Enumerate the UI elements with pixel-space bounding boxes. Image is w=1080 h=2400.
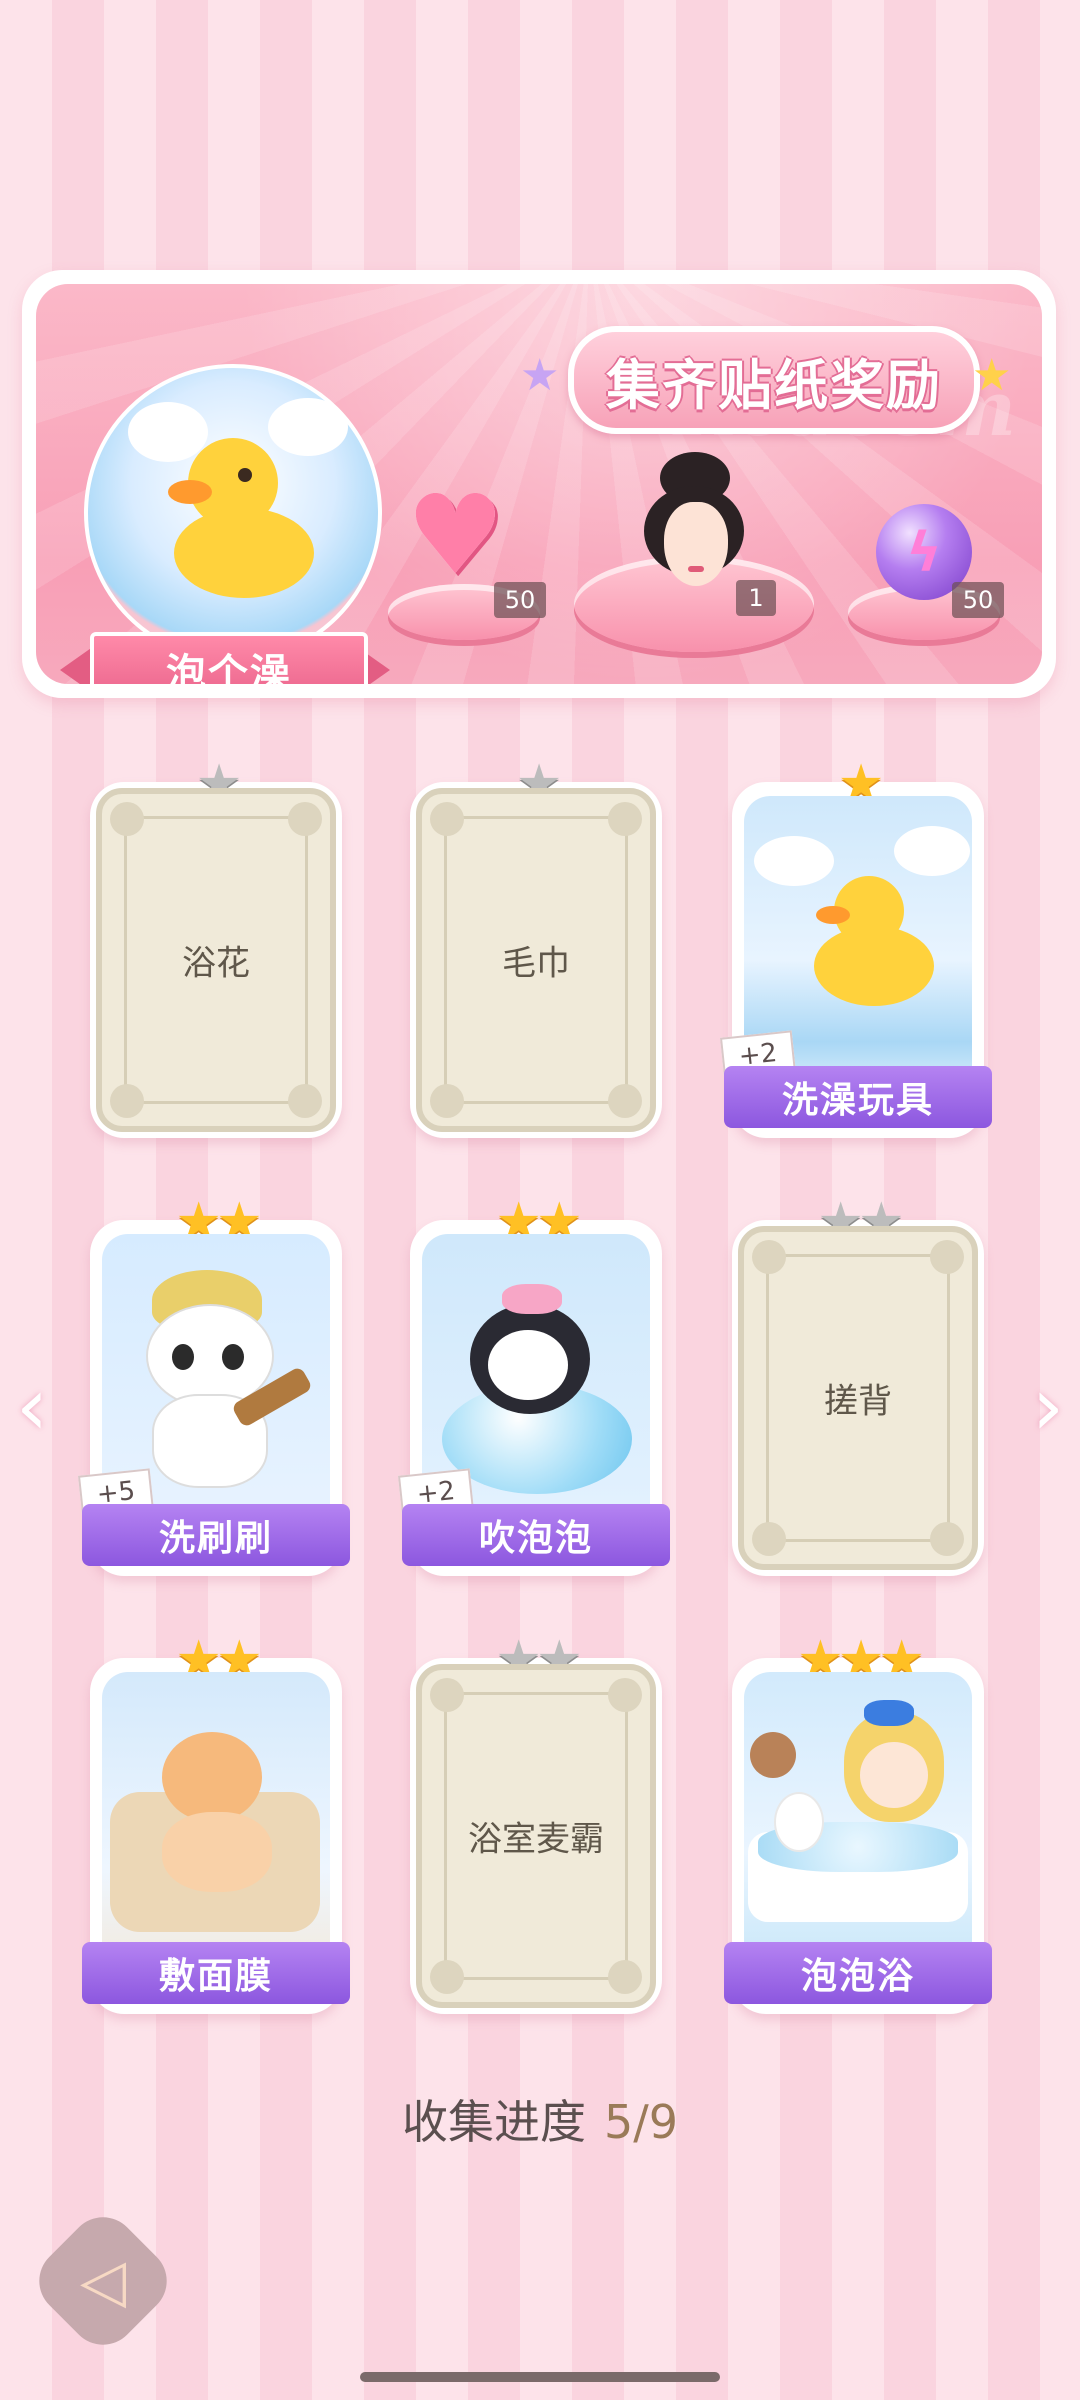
sticker-card-locked[interactable]: ★★ 浴室麦霸 xyxy=(410,1634,662,2014)
sticker-placeholder: 浴花 xyxy=(96,788,336,1132)
sticker-name: 洗澡玩具 xyxy=(724,1066,992,1128)
sticker-name: 搓背 xyxy=(824,1381,892,1422)
duck-eye xyxy=(238,468,252,482)
back-button[interactable]: ◁ xyxy=(25,2203,181,2359)
frame-corner xyxy=(430,802,464,836)
duck-body xyxy=(174,508,314,598)
frame-corner xyxy=(608,802,642,836)
theme-ribbon: 泡个澡 xyxy=(60,632,390,684)
frame-corner xyxy=(930,1240,964,1274)
duck-body xyxy=(814,926,934,1006)
home-indicator[interactable] xyxy=(360,2372,720,2382)
panda-eye xyxy=(172,1344,194,1370)
cloud-decoration xyxy=(128,402,208,462)
sticker-card-collected[interactable]: ★★ +5 洗刷刷 xyxy=(78,1196,350,1576)
blue-bow-icon xyxy=(864,1700,914,1726)
chevron-left-icon[interactable]: ‹ xyxy=(16,1360,48,1453)
portrait-face xyxy=(664,502,728,586)
sticker-card-collected[interactable]: ★★ 敷面膜 xyxy=(82,1634,350,2014)
portrait-lips xyxy=(688,566,704,572)
purple-star-icon: ★ xyxy=(520,350,560,401)
cloud-decoration xyxy=(268,398,348,456)
frame-corner xyxy=(288,1084,322,1118)
sticker-name: 毛巾 xyxy=(502,943,570,984)
frame-corner xyxy=(752,1522,786,1556)
frame-corner xyxy=(930,1522,964,1556)
character-portrait[interactable] xyxy=(640,452,750,602)
frame-corner xyxy=(608,1084,642,1118)
sticker-name: 洗刷刷 xyxy=(82,1504,350,1566)
theme-label: 泡个澡 xyxy=(90,632,368,684)
progress-label: 收集进度 xyxy=(401,2095,586,2149)
girl-face xyxy=(860,1742,928,1808)
frame-corner xyxy=(608,1960,642,1994)
sticker-card-collected[interactable]: ★ +2 洗澡玩具 xyxy=(720,758,992,1138)
cat-head xyxy=(162,1732,262,1822)
frame-corner xyxy=(430,1960,464,1994)
reward-title: 集齐贴纸奖励 xyxy=(606,353,942,417)
teddy-bear xyxy=(750,1732,796,1778)
pink-bow-icon xyxy=(502,1284,562,1314)
sticker-card-locked[interactable]: ★ 毛巾 xyxy=(410,758,662,1138)
reward-title-pill: 集齐贴纸奖励 xyxy=(568,326,980,434)
reward-banner: Redeem 泡个澡 ★ 集齐贴纸奖励 ★ ♥ 50 xyxy=(22,270,1056,698)
sticker-placeholder: 搓背 xyxy=(738,1226,978,1570)
sticker-name: 浴室麦霸 xyxy=(468,1819,604,1860)
sticker-card-locked[interactable]: ★ 浴花 xyxy=(90,758,342,1138)
frame-corner xyxy=(608,1678,642,1712)
frame-corner xyxy=(430,1084,464,1118)
sticker-placeholder: 浴室麦霸 xyxy=(416,1664,656,2008)
penguin-face xyxy=(488,1330,568,1400)
chevron-right-icon[interactable]: › xyxy=(1032,1360,1064,1453)
frame-corner xyxy=(288,802,322,836)
sticker-card-locked[interactable]: ★★ 搓背 xyxy=(732,1196,984,1576)
sticker-name: 敷面膜 xyxy=(82,1942,350,2004)
frame-corner xyxy=(110,802,144,836)
ribbon-tail-left xyxy=(60,646,94,684)
duck-beak xyxy=(168,480,212,504)
frame-corner xyxy=(430,1678,464,1712)
frame-corner xyxy=(110,1084,144,1118)
reward-count: 1 xyxy=(736,580,776,616)
progress-value: 5/9 xyxy=(603,2095,679,2149)
banner-background: Redeem 泡个澡 ★ 集齐贴纸奖励 ★ ♥ 50 xyxy=(36,284,1042,684)
sticker-card-collected[interactable]: ★★ +2 吹泡泡 xyxy=(398,1196,670,1576)
cloud-decoration xyxy=(894,826,970,876)
bunny-toy xyxy=(774,1792,824,1852)
sticker-card-collected[interactable]: ★★★ 泡泡浴 xyxy=(724,1634,992,2014)
cat-body xyxy=(162,1812,272,1892)
back-arrow-icon: ◁ xyxy=(79,2246,127,2316)
sticker-placeholder: 毛巾 xyxy=(416,788,656,1132)
frame-corner xyxy=(752,1240,786,1274)
theme-badge-duck[interactable] xyxy=(84,364,382,662)
cloud-decoration xyxy=(754,836,834,886)
sticker-name: 吹泡泡 xyxy=(402,1504,670,1566)
reward-count: 50 xyxy=(494,582,546,618)
panda-eye xyxy=(222,1344,244,1370)
collection-progress: 收集进度 5/9 xyxy=(0,2086,1080,2152)
pink-heart-gem-icon[interactable]: ♥ xyxy=(406,480,505,590)
gold-star-icon: ★ xyxy=(972,350,1012,401)
sticker-name: 浴花 xyxy=(182,943,250,984)
reward-count: 50 xyxy=(952,582,1004,618)
sticker-name: 泡泡浴 xyxy=(724,1942,992,2004)
duck-beak xyxy=(816,906,850,924)
